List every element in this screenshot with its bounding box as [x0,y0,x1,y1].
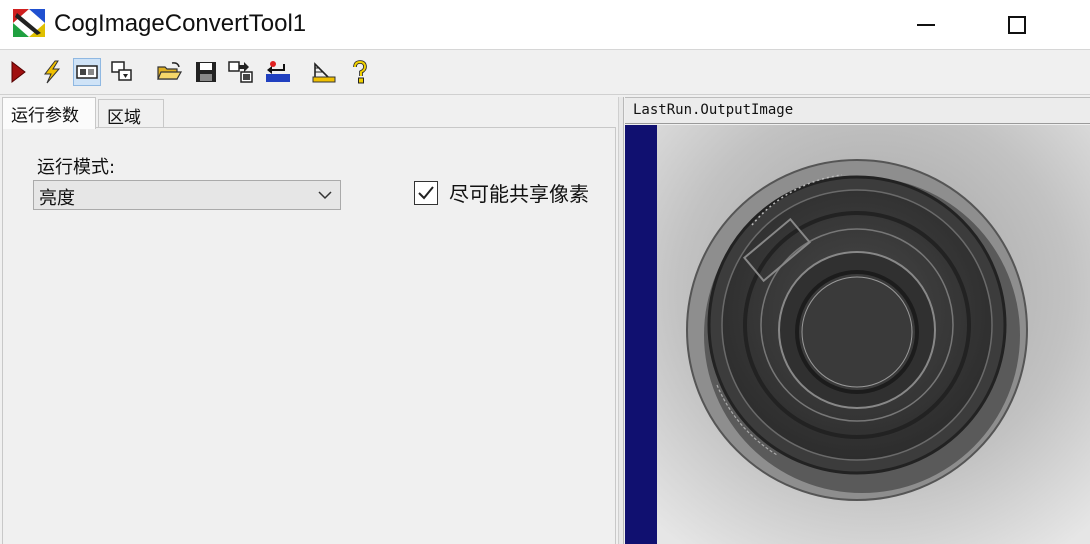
run-mode-select[interactable]: 亮度 [33,180,341,210]
title-bar: CogImageConvertTool1 [0,0,1090,50]
tool-window-icon [111,61,132,81]
minimize-button[interactable] [896,0,956,50]
reset-button[interactable] [264,58,292,86]
help-button[interactable] [346,58,374,86]
show-panel-button[interactable] [73,58,101,86]
save-icon [196,62,216,82]
run-mode-value: 亮度 [39,188,75,209]
export-button[interactable] [227,58,255,86]
reset-icon [266,61,290,82]
checkmark-icon [418,186,434,200]
maximize-icon [1008,16,1026,34]
tab-region[interactable]: 区域 [98,99,164,128]
image-display-header: LastRun.OutputImage [625,97,1090,124]
run-params-panel: 运行模式: 亮度 尽可能共享像素 [2,127,616,544]
window-title: CogImageConvertTool1 [54,10,307,37]
lightning-icon [43,60,61,84]
app-icon [13,9,45,37]
run-button[interactable] [4,58,32,86]
show-panel-icon [76,65,98,79]
pane-splitter[interactable] [618,97,624,544]
export-icon [228,61,253,83]
run-continuous-button[interactable] [38,58,66,86]
save-button[interactable] [192,58,220,86]
toolbar [0,51,1090,95]
image-background-strip [625,125,657,544]
run-icon [11,61,26,83]
tab-strip: 运行参数 区域 [0,97,620,129]
maximize-button[interactable] [987,0,1047,50]
minimize-icon [917,24,935,26]
image-display-title: LastRun.OutputImage [633,102,794,118]
tab-run-params[interactable]: 运行参数 [2,97,96,129]
calibrate-button[interactable] [310,58,338,86]
run-mode-label: 运行模式: [37,157,116,178]
output-image[interactable] [657,125,1090,544]
calibrate-icon [312,62,336,83]
share-pixels-label: 尽可能共享像素 [449,182,589,206]
open-folder-icon [157,62,183,80]
chevron-down-icon [318,191,332,200]
share-pixels-checkbox[interactable] [414,181,438,205]
tool-window-button[interactable] [108,58,136,86]
open-button[interactable] [156,58,184,86]
help-icon [353,60,367,84]
